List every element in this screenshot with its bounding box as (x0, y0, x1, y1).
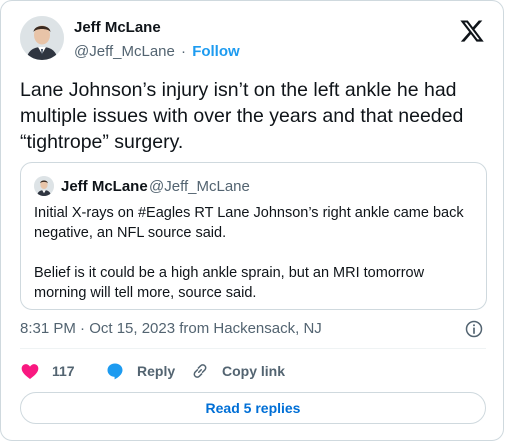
action-bar: 117 Reply Copy link (20, 359, 285, 383)
tweet-card: Jeff McLane @Jeff_McLane · Follow Lane J… (0, 0, 504, 441)
quote-author-handle: @Jeff_McLane (149, 178, 250, 195)
author-avatar[interactable] (20, 16, 64, 60)
like-count: 117 (52, 363, 75, 379)
follow-link[interactable]: Follow (192, 43, 240, 60)
quote-text: Initial X-rays on #Eagles RT Lane Johnso… (34, 203, 474, 303)
quote-avatar-image (34, 176, 54, 196)
x-logo-icon[interactable] (459, 18, 485, 44)
author-name[interactable]: Jeff McLane (74, 19, 161, 36)
separator-dot: · (181, 43, 187, 60)
quote-paragraph-1: Initial X-rays on #Eagles RT Lane Johnso… (34, 205, 464, 241)
speech-bubble-icon (107, 363, 123, 380)
copy-link-button[interactable]: Copy link (190, 361, 285, 381)
author-avatar-image (20, 16, 64, 60)
quote-author-name: Jeff McLane (61, 178, 148, 195)
heart-icon (21, 364, 39, 379)
tweet-timestamp[interactable]: 8:31 PM · Oct 15, 2023 from Hackensack, … (20, 320, 322, 337)
quoted-tweet[interactable]: Jeff McLane @Jeff_McLane Initial X-rays … (20, 162, 487, 310)
read-replies-button[interactable]: Read 5 replies (20, 392, 486, 424)
link-icon (193, 364, 207, 378)
quote-paragraph-2: Belief is it could be a high ankle sprai… (34, 265, 425, 301)
tweet-text: Lane Johnson’s injury isn’t on the left … (20, 79, 464, 153)
quote-author-avatar (34, 176, 54, 196)
copy-link-label: Copy link (222, 363, 286, 379)
like-button[interactable]: 117 (20, 361, 105, 381)
author-handle-row: @Jeff_McLane · Follow (74, 43, 240, 60)
reply-button[interactable]: Reply (105, 361, 190, 381)
author-handle[interactable]: @Jeff_McLane (74, 43, 175, 60)
info-icon[interactable] (464, 319, 484, 339)
reply-label: Reply (137, 363, 176, 379)
divider (20, 348, 486, 349)
